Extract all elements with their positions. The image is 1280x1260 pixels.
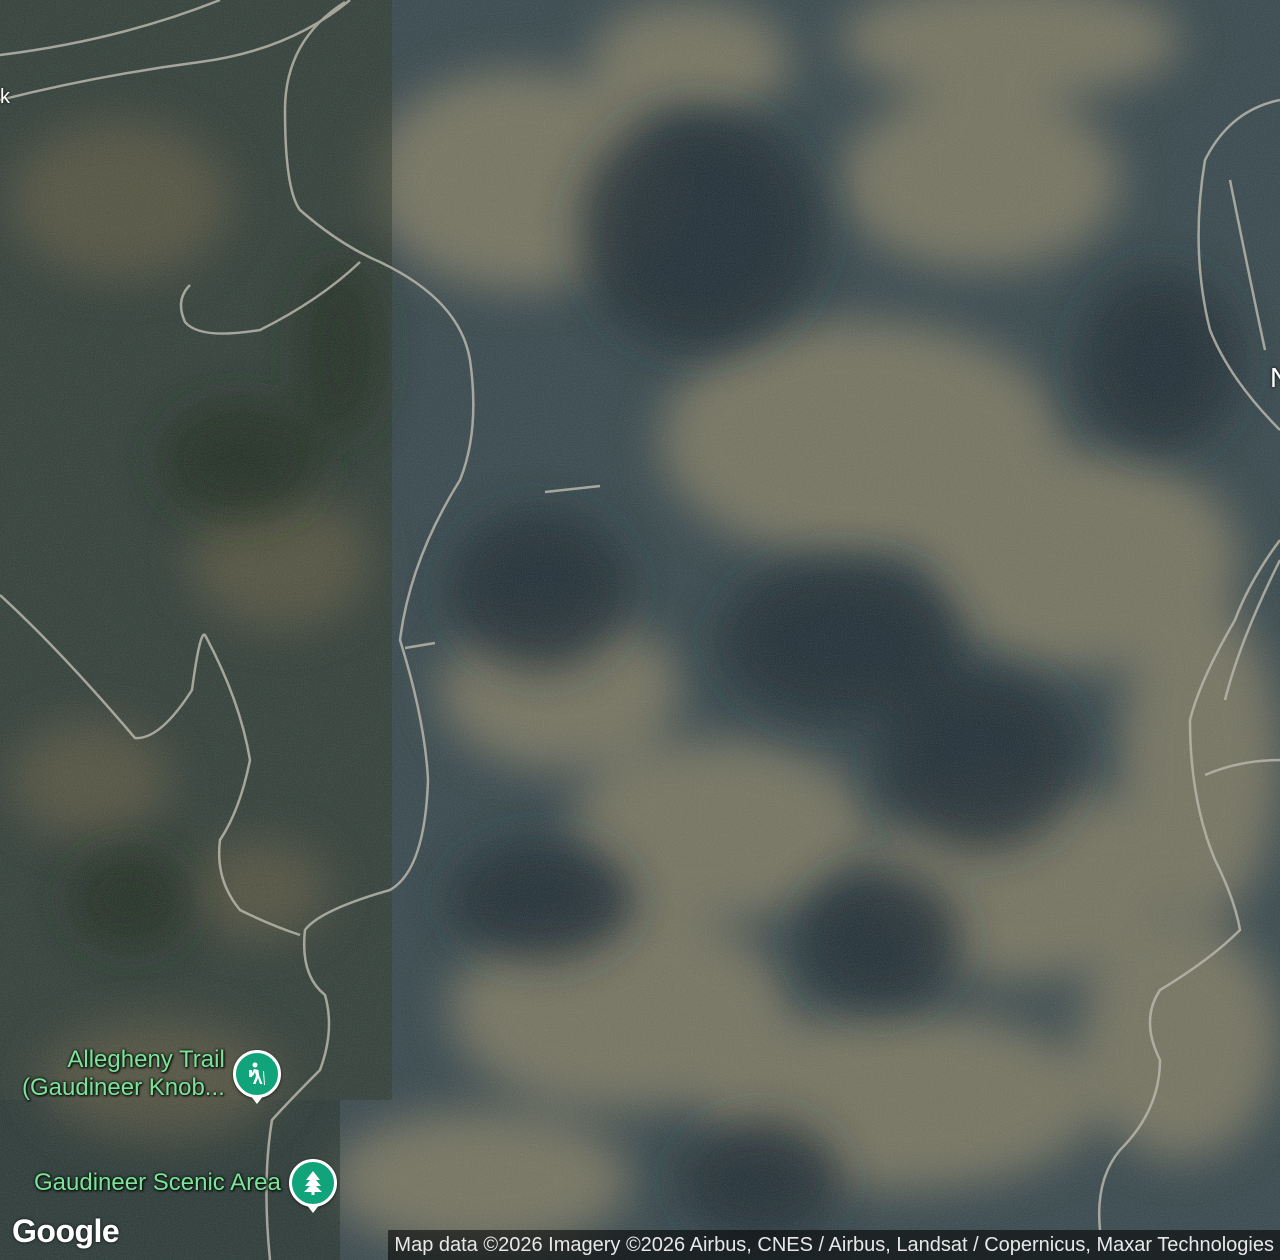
google-logo: Google — [12, 1213, 120, 1249]
map-canvas[interactable]: k N Allegheny Trail (Gaudineer Knob... G… — [0, 0, 1280, 1260]
map-attribution[interactable]: Map data ©2026 Imagery ©2026 Airbus, CNE… — [388, 1230, 1280, 1260]
poi-name-line1: Gaudineer Scenic Area — [34, 1169, 281, 1196]
poi-gaudineer-scenic-area[interactable]: Gaudineer Scenic Area — [34, 1159, 337, 1207]
poi-label: Gaudineer Scenic Area — [34, 1169, 281, 1197]
hiker-glyph — [248, 1062, 265, 1085]
poi-name-line1: Allegheny Trail — [67, 1046, 225, 1073]
poi-allegheny-trail[interactable]: Allegheny Trail (Gaudineer Knob... — [22, 1046, 281, 1102]
road-label-fragment: k — [0, 86, 10, 108]
hiker-icon[interactable] — [232, 1050, 281, 1098]
road-label-fragment: N — [1270, 362, 1280, 394]
tree-icon[interactable] — [288, 1159, 337, 1207]
poi-name-line2: (Gaudineer Knob... — [22, 1074, 225, 1101]
tree-glyph — [303, 1171, 322, 1195]
poi-label: Allegheny Trail (Gaudineer Knob... — [22, 1046, 225, 1102]
